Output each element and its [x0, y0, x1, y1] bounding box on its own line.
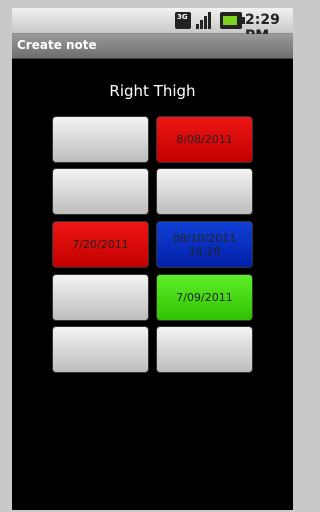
- date-slot-label: 7/09/2011: [176, 291, 233, 304]
- date-slot-button[interactable]: 7/09/2011: [156, 274, 253, 321]
- 3g-icon: 3G: [175, 12, 191, 29]
- date-slot-button[interactable]: [52, 116, 149, 163]
- date-slot-button[interactable]: 08/10/2011 14:28: [156, 221, 253, 268]
- status-bar: 3G 2:29 PM: [12, 8, 293, 44]
- date-slot-label: 8/08/2011: [176, 133, 233, 146]
- date-slot-button[interactable]: [52, 168, 149, 215]
- date-slot-button[interactable]: [156, 326, 253, 373]
- date-slot-button[interactable]: [52, 326, 149, 373]
- title-bar: Create note: [12, 34, 293, 59]
- date-slot-button[interactable]: 8/08/2011: [156, 116, 253, 163]
- signal-icon: [196, 12, 213, 29]
- date-slot-button[interactable]: 7/20/2011: [52, 221, 149, 268]
- date-slot-button[interactable]: [52, 274, 149, 321]
- date-slot-label: 7/20/2011: [72, 238, 129, 251]
- page-title: Right Thigh: [109, 82, 196, 100]
- app-screen: 3G 2:29 PM Create note Right Thigh 8/08/…: [12, 8, 293, 510]
- date-slot-button[interactable]: [156, 168, 253, 215]
- battery-charging-icon: [220, 12, 245, 29]
- date-slot-label: 08/10/2011 14:28: [172, 231, 237, 258]
- app-title: Create note: [17, 38, 97, 52]
